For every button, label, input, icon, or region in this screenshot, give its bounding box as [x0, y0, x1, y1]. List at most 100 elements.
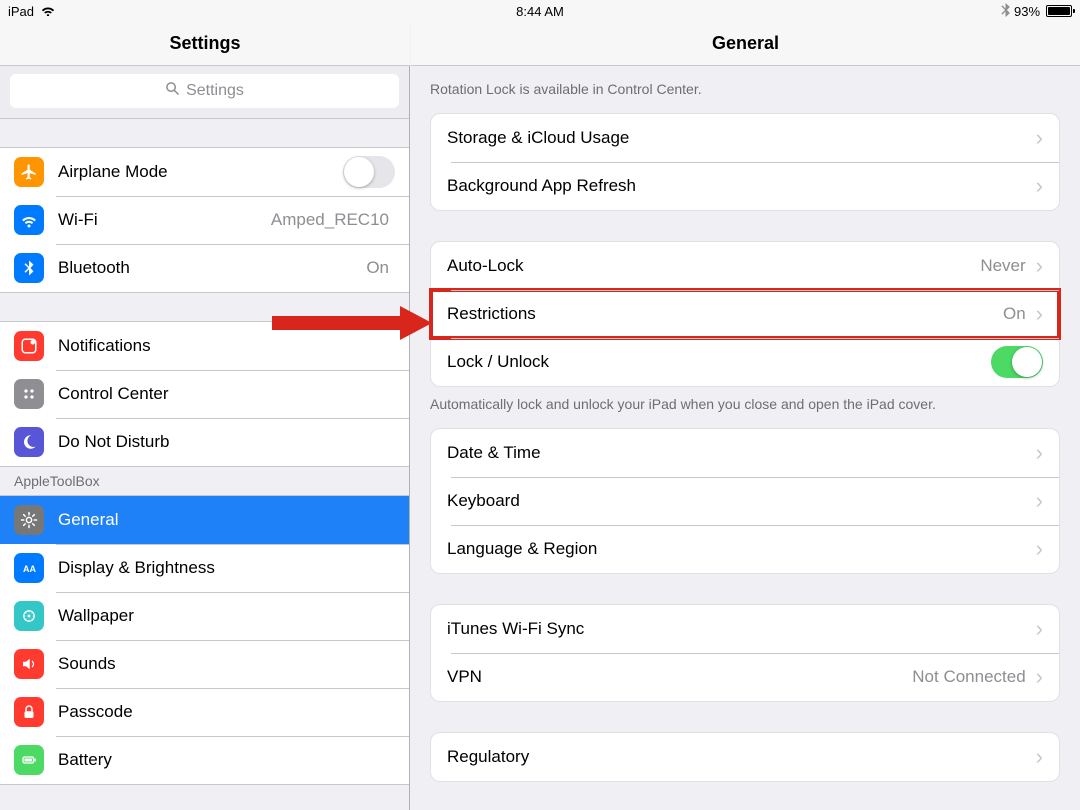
chevron-right-icon: › [1036, 303, 1043, 325]
row-label: Do Not Disturb [58, 432, 395, 452]
row-label: VPN [447, 667, 912, 687]
row-label: Bluetooth [58, 258, 366, 278]
chevron-right-icon: › [1036, 175, 1043, 197]
detail-group-locale: Date & Time › Keyboard › Language & Regi… [430, 428, 1060, 574]
row-value: Never [980, 256, 1025, 276]
chevron-right-icon: › [1036, 746, 1043, 768]
detail-title: General [411, 22, 1080, 66]
sidebar-item-dnd[interactable]: Do Not Disturb [0, 418, 409, 466]
sidebar-item-general[interactable]: General [0, 496, 409, 544]
row-label: Language & Region [447, 539, 1032, 559]
battery-pct: 93% [1014, 4, 1040, 19]
row-value: On [366, 258, 389, 278]
row-vpn[interactable]: VPN Not Connected › [431, 653, 1059, 701]
chevron-right-icon: › [1036, 490, 1043, 512]
sidebar-item-wifi[interactable]: Wi-Fi Amped_REC10 [0, 196, 409, 244]
rotation-lock-note: Rotation Lock is available in Control Ce… [410, 66, 1080, 113]
sidebar-item-control-center[interactable]: Control Center [0, 370, 409, 418]
row-storage-icloud[interactable]: Storage & iCloud Usage › [431, 114, 1059, 162]
row-itunes-wifi-sync[interactable]: iTunes Wi-Fi Sync › [431, 605, 1059, 653]
sidebar-item-battery[interactable]: Battery [0, 736, 409, 784]
sidebar-item-airplane[interactable]: Airplane Mode [0, 148, 409, 196]
wifi-icon [14, 205, 44, 235]
row-label: Background App Refresh [447, 176, 1032, 196]
sidebar-item-wallpaper[interactable]: Wallpaper [0, 592, 409, 640]
battery-icon [1046, 5, 1072, 17]
display-icon: AA [14, 553, 44, 583]
row-value: Amped_REC10 [271, 210, 389, 230]
clock: 8:44 AM [363, 4, 718, 19]
row-value: On [1003, 304, 1026, 324]
chevron-right-icon: › [1036, 666, 1043, 688]
gear-icon [14, 505, 44, 535]
row-auto-lock[interactable]: Auto-Lock Never › [431, 242, 1059, 290]
battery-icon [14, 745, 44, 775]
row-label: Keyboard [447, 491, 1032, 511]
callout-arrow-icon [272, 306, 432, 340]
sidebar-group-connectivity: Airplane Mode Wi-Fi Amped_REC10 Bluetoot… [0, 147, 409, 293]
search-placeholder: Settings [186, 82, 244, 100]
sidebar-item-passcode[interactable]: Passcode [0, 688, 409, 736]
row-label: Auto-Lock [447, 256, 980, 276]
row-label: Battery [58, 750, 395, 770]
row-restrictions[interactable]: Restrictions On › [431, 290, 1059, 338]
group-header-appletoolbox: AppleToolBox [0, 467, 409, 495]
row-label: Wallpaper [58, 606, 395, 626]
lock-unlock-toggle[interactable] [991, 346, 1043, 378]
row-language-region[interactable]: Language & Region › [431, 525, 1059, 573]
search-input[interactable]: Settings [10, 74, 399, 108]
search-wrap: Settings [0, 66, 409, 119]
row-date-time[interactable]: Date & Time › [431, 429, 1059, 477]
chevron-right-icon: › [1036, 538, 1043, 560]
detail-group-storage: Storage & iCloud Usage › Background App … [430, 113, 1060, 211]
sidebar-item-bluetooth[interactable]: Bluetooth On [0, 244, 409, 292]
chevron-right-icon: › [1036, 442, 1043, 464]
row-label: Control Center [58, 384, 395, 404]
search-icon [165, 81, 180, 101]
row-regulatory[interactable]: Regulatory › [431, 733, 1059, 781]
chevron-right-icon: › [1036, 618, 1043, 640]
wifi-icon [40, 4, 56, 19]
bluetooth-icon [1001, 3, 1010, 20]
row-label: Sounds [58, 654, 395, 674]
control-center-icon [14, 379, 44, 409]
chevron-right-icon: › [1036, 127, 1043, 149]
row-label: Date & Time [447, 443, 1032, 463]
lock-unlock-footer: Automatically lock and unlock your iPad … [410, 387, 1080, 428]
detail-group-regulatory: Regulatory › [430, 732, 1060, 782]
airplane-toggle[interactable] [343, 156, 395, 188]
sidebar-group-device: General AA Display & Brightness Wallpape… [0, 495, 409, 785]
row-label: Storage & iCloud Usage [447, 128, 1032, 148]
wallpaper-icon [14, 601, 44, 631]
row-value: Not Connected [912, 667, 1025, 687]
row-keyboard[interactable]: Keyboard › [431, 477, 1059, 525]
moon-icon [14, 427, 44, 457]
row-label: Regulatory [447, 747, 1032, 767]
row-label: Passcode [58, 702, 395, 722]
row-label: Display & Brightness [58, 558, 395, 578]
row-label: iTunes Wi-Fi Sync [447, 619, 1032, 639]
sounds-icon [14, 649, 44, 679]
row-label: General [58, 510, 395, 530]
row-label: Lock / Unlock [447, 352, 991, 372]
sidebar-title: Settings [0, 22, 410, 66]
bluetooth-icon [14, 253, 44, 283]
airplane-icon [14, 157, 44, 187]
device-name: iPad [8, 4, 34, 19]
settings-sidebar[interactable]: Settings Airplane Mode Wi-Fi Amped_REC10… [0, 66, 410, 810]
svg-text:AA: AA [23, 564, 36, 574]
sidebar-item-sounds[interactable]: Sounds [0, 640, 409, 688]
general-detail[interactable]: Rotation Lock is available in Control Ce… [410, 66, 1080, 810]
sidebar-item-display[interactable]: AA Display & Brightness [0, 544, 409, 592]
lock-icon [14, 697, 44, 727]
chevron-right-icon: › [1036, 255, 1043, 277]
row-label: Restrictions [447, 304, 1003, 324]
notifications-icon [14, 331, 44, 361]
row-label: Wi-Fi [58, 210, 271, 230]
detail-group-lock: Auto-Lock Never › Restrictions On › Lock… [430, 241, 1060, 387]
status-bar: iPad 8:44 AM 93% [0, 0, 1080, 22]
row-label: Airplane Mode [58, 162, 343, 182]
row-lock-unlock[interactable]: Lock / Unlock [431, 338, 1059, 386]
detail-group-sync: iTunes Wi-Fi Sync › VPN Not Connected › [430, 604, 1060, 702]
row-background-app-refresh[interactable]: Background App Refresh › [431, 162, 1059, 210]
